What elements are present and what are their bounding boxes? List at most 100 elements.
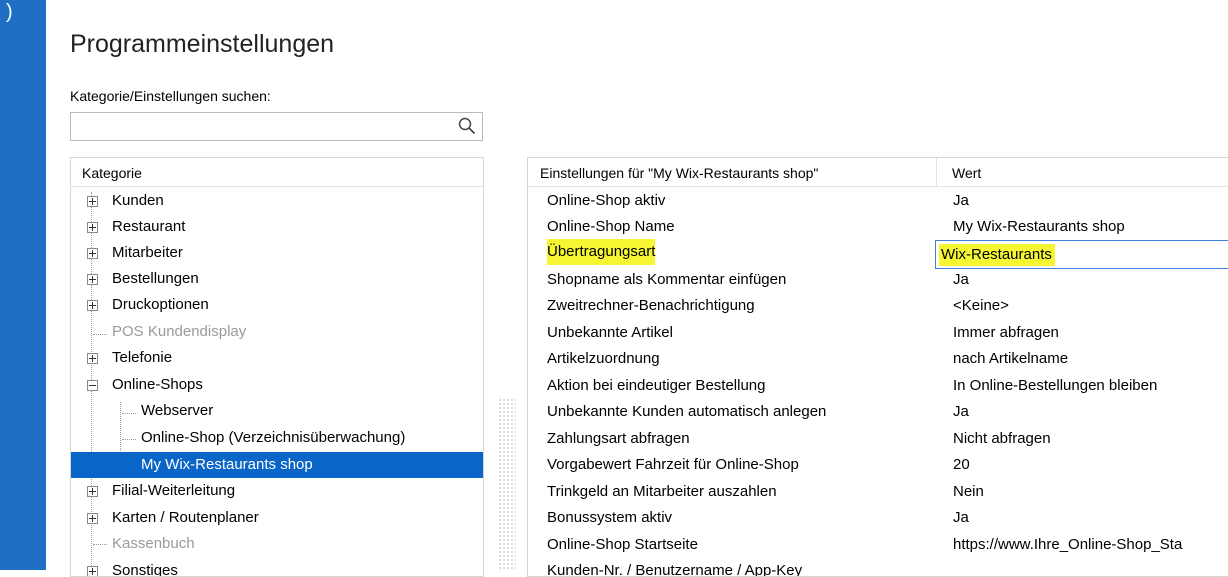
tree-item-kassenbuch[interactable]: Kassenbuch	[71, 531, 483, 557]
settings-row[interactable]: Zahlungsart abfragen Nicht abfragen	[528, 426, 1228, 452]
plus-expander-icon[interactable]	[87, 274, 98, 285]
settings-row[interactable]: Zweitrechner-Benachrichtigung <Keine>	[528, 293, 1228, 319]
setting-value[interactable]: nach Artikelname	[953, 346, 1068, 372]
page-title: Programmeinstellungen	[70, 30, 335, 58]
tree-item-label: Telefonie	[112, 349, 173, 366]
tree-item-label: Kassenbuch	[112, 535, 195, 552]
setting-name: Unbekannte Artikel	[547, 324, 673, 341]
setting-value[interactable]: Ja	[953, 188, 969, 214]
tree-item-label: Bestellungen	[112, 270, 199, 287]
tree-item-label: Kunden	[112, 192, 164, 209]
setting-value[interactable]: Ja	[953, 505, 969, 531]
setting-name: Aktion bei eindeutiger Bestellung	[547, 377, 766, 394]
tree-item-label: POS Kundendisplay	[112, 323, 247, 340]
setting-value[interactable]: Nicht abfragen	[953, 426, 1051, 452]
setting-name: Online-Shop aktiv	[547, 192, 666, 209]
settings-row[interactable]: Kunden-Nr. / Benutzername / App-Key	[528, 558, 1228, 577]
plus-expander-icon[interactable]	[87, 248, 98, 259]
settings-row[interactable]: Online-Shop Startseite https://www.Ihre_…	[528, 532, 1228, 558]
tree-item-label: Restaurant	[112, 218, 186, 235]
settings-row[interactable]: Trinkgeld an Mitarbeiter auszahlen Nein	[528, 479, 1228, 505]
tree-item-my-wix-restaurants-shop[interactable]: My Wix-Restaurants shop	[71, 452, 483, 478]
tree-item-label: Filial-Weiterleitung	[112, 482, 236, 499]
settings-name-column-header[interactable]: Einstellungen für "My Wix-Restaurants sh…	[540, 158, 818, 188]
search-label: Kategorie/Einstellungen suchen:	[70, 88, 271, 104]
setting-value[interactable]: 20	[953, 452, 970, 478]
setting-name: Übertragungsart	[547, 239, 656, 265]
plus-expander-icon[interactable]	[87, 486, 98, 497]
tree-item-sonstiges[interactable]: Sonstiges	[71, 558, 483, 577]
setting-value[interactable]: Ja	[953, 267, 969, 293]
tree-item-webserver[interactable]: Webserver	[71, 398, 483, 424]
category-header: Kategorie	[71, 158, 483, 187]
setting-name: Zweitrechner-Benachrichtigung	[547, 297, 755, 314]
settings-row[interactable]: Aktion bei eindeutiger Bestellung In Onl…	[528, 373, 1228, 399]
tree-item-karten-routenplaner[interactable]: Karten / Routenplaner	[71, 505, 483, 531]
plus-expander-icon[interactable]	[87, 566, 98, 576]
settings-panel: Einstellungen für "My Wix-Restaurants sh…	[527, 157, 1228, 577]
setting-name: Unbekannte Kunden automatisch anlegen	[547, 403, 827, 420]
setting-value[interactable]: My Wix-Restaurants shop	[953, 214, 1125, 240]
setting-name: Vorgabewert Fahrzeit für Online-Shop	[547, 456, 799, 473]
setting-value[interactable]: Ja	[953, 399, 969, 425]
settings-row-active[interactable]: Übertragungsart Wix-Restaurants	[528, 239, 1228, 269]
settings-row[interactable]: Bonussystem aktiv Ja	[528, 505, 1228, 531]
back-arrow-icon[interactable]: )	[6, 2, 13, 22]
tree-item-bestellungen[interactable]: Bestellungen	[71, 266, 483, 292]
setting-name: Artikelzuordnung	[547, 350, 660, 367]
tree-item-label: Karten / Routenplaner	[112, 509, 259, 526]
tree-item-kunden[interactable]: Kunden	[71, 188, 483, 214]
plus-expander-icon[interactable]	[87, 300, 98, 311]
tree-item-restaurant[interactable]: Restaurant	[71, 214, 483, 240]
settings-header: Einstellungen für "My Wix-Restaurants sh…	[528, 158, 1228, 187]
setting-value[interactable]: https://www.Ihre_Online-Shop_Sta	[953, 532, 1182, 558]
settings-row[interactable]: Artikelzuordnung nach Artikelname	[528, 346, 1228, 372]
tree-item-pos-kundendisplay[interactable]: POS Kundendisplay	[71, 319, 483, 345]
app-side-bar: )	[0, 0, 46, 570]
setting-name: Kunden-Nr. / Benutzername / App-Key	[547, 562, 803, 577]
setting-value[interactable]: Wix-Restaurants	[939, 244, 1055, 266]
category-panel: Kategorie Kunden Restaurant Mitarbeiter …	[70, 157, 484, 577]
settings-row[interactable]: Online-Shop aktiv Ja	[528, 188, 1228, 214]
tree-item-label: Online-Shops	[112, 376, 203, 393]
tree-item-mitarbeiter[interactable]: Mitarbeiter	[71, 240, 483, 266]
plus-expander-icon[interactable]	[87, 196, 98, 207]
setting-name: Online-Shop Name	[547, 218, 675, 235]
search-box[interactable]	[70, 112, 483, 141]
plus-expander-icon[interactable]	[87, 222, 98, 233]
settings-row[interactable]: Shopname als Kommentar einfügen Ja	[528, 267, 1228, 293]
settings-row[interactable]: Unbekannte Kunden automatisch anlegen Ja	[528, 399, 1228, 425]
tree-item-label: Sonstiges	[112, 562, 178, 577]
settings-row[interactable]: Vorgabewert Fahrzeit für Online-Shop 20	[528, 452, 1228, 478]
settings-value-column-header[interactable]: Wert	[952, 158, 981, 188]
setting-name: Trinkgeld an Mitarbeiter auszahlen	[547, 483, 777, 500]
tree-item-telefonie[interactable]: Telefonie	[71, 345, 483, 371]
setting-value[interactable]: Nein	[953, 479, 984, 505]
tree-item-online-shop-verzeichnis[interactable]: Online-Shop (Verzeichnisüberwachung)	[71, 425, 483, 451]
settings-row[interactable]: Online-Shop Name My Wix-Restaurants shop	[528, 214, 1228, 240]
tree-item-label: Webserver	[141, 402, 214, 419]
tree-item-online-shops[interactable]: Online-Shops	[71, 372, 483, 398]
column-divider[interactable]	[936, 158, 937, 186]
tree-item-druckoptionen[interactable]: Druckoptionen	[71, 292, 483, 318]
minus-expander-icon[interactable]	[87, 380, 98, 391]
tree-item-label: Online-Shop (Verzeichnisüberwachung)	[141, 429, 406, 446]
plus-expander-icon[interactable]	[87, 353, 98, 364]
setting-value[interactable]: Immer abfragen	[953, 320, 1059, 346]
settings-row[interactable]: Unbekannte Artikel Immer abfragen	[528, 320, 1228, 346]
tree-item-label: My Wix-Restaurants shop	[141, 456, 313, 473]
search-icon[interactable]	[458, 117, 476, 135]
tree-item-label: Mitarbeiter	[112, 244, 183, 261]
plus-expander-icon[interactable]	[87, 513, 98, 524]
setting-name: Bonussystem aktiv	[547, 509, 673, 526]
tree-item-label: Druckoptionen	[112, 296, 209, 313]
search-input[interactable]	[75, 114, 449, 141]
setting-value[interactable]: <Keine>	[953, 293, 1009, 319]
setting-value-editor[interactable]: Wix-Restaurants	[935, 240, 1228, 269]
setting-name: Zahlungsart abfragen	[547, 430, 690, 447]
tree-item-filial-weiterleitung[interactable]: Filial-Weiterleitung	[71, 478, 483, 504]
setting-name: Online-Shop Startseite	[547, 536, 698, 553]
setting-value[interactable]: In Online-Bestellungen bleiben	[953, 373, 1157, 399]
setting-name: Shopname als Kommentar einfügen	[547, 271, 787, 288]
panel-splitter[interactable]	[498, 398, 516, 570]
